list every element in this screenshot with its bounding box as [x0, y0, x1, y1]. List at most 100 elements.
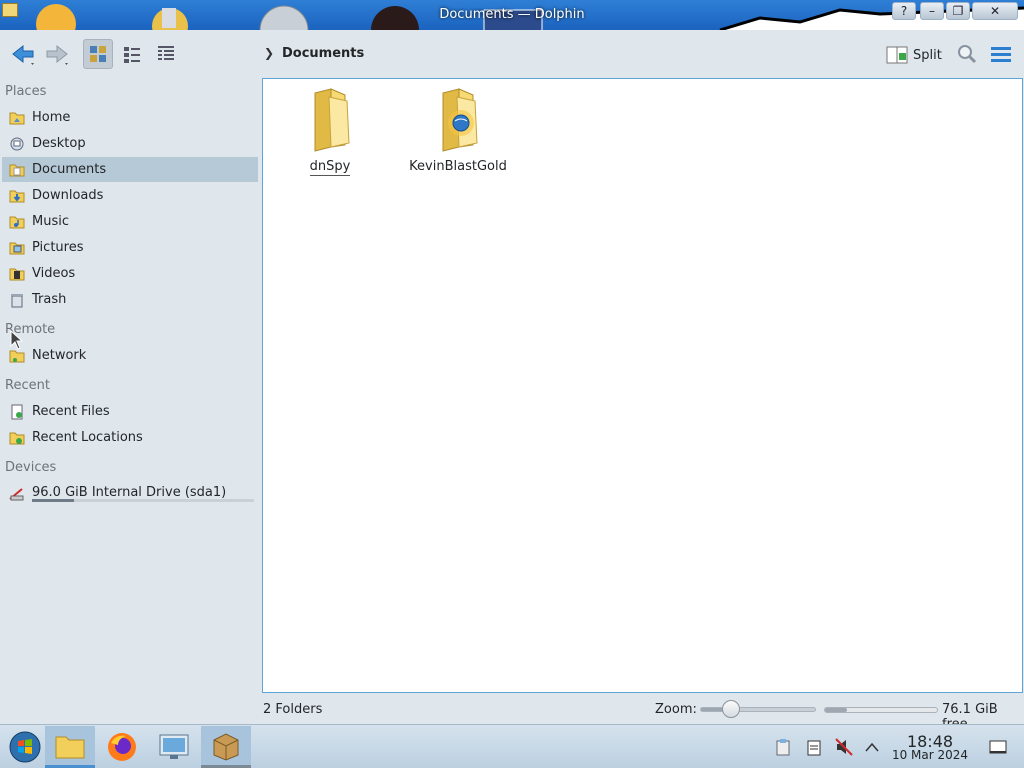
status-summary: 2 Folders	[263, 702, 323, 717]
back-arrow-icon	[12, 44, 34, 65]
tray-clipboard[interactable]	[773, 737, 793, 757]
sidebar-item-label: Downloads	[32, 188, 104, 203]
window-title: Documents — Dolphin	[439, 7, 585, 22]
breadcrumb-chevron-icon[interactable]: ❯	[264, 46, 274, 60]
start-menu-button[interactable]	[0, 726, 50, 768]
notes-icon	[807, 740, 821, 756]
folder-item-dnspy[interactable]: dnSpy	[275, 87, 385, 176]
start-menu-icon	[9, 731, 41, 763]
devices-heading: Devices	[5, 460, 57, 475]
clock-date[interactable]: 10 Mar 2024	[887, 748, 973, 762]
folder-label: KevinBlastGold	[409, 159, 507, 174]
disk-usage-fill	[825, 708, 848, 712]
folder-icon	[314, 88, 350, 152]
search-button[interactable]	[952, 39, 982, 69]
sidebar-item-label: Documents	[32, 162, 107, 177]
icons-view-button[interactable]	[83, 39, 113, 69]
package-manager-icon	[213, 732, 239, 761]
documents-folder-icon	[8, 161, 26, 179]
compact-view-icon	[124, 47, 140, 63]
disk-usage-bar	[824, 707, 938, 713]
folder-globe-icon	[442, 88, 478, 152]
home-folder-icon	[8, 109, 26, 127]
zoom-label: Zoom:	[655, 702, 697, 717]
places-panel: Places Home Desktop Documents Downloads …	[0, 80, 262, 700]
forward-button[interactable]	[42, 39, 72, 69]
recent-files-icon	[8, 403, 26, 421]
sidebar-item-label: 96.0 GiB Internal Drive (sda1)	[32, 485, 227, 500]
sidebar-item-label: Desktop	[32, 136, 86, 151]
sidebar-item-label: Trash	[32, 292, 67, 307]
clipboard-icon	[776, 739, 790, 756]
sidebar-item-label: Recent Locations	[32, 430, 143, 445]
sidebar-item-trash[interactable]: Trash	[2, 287, 258, 312]
folder-label: dnSpy	[309, 159, 351, 176]
chevron-up-icon	[865, 742, 879, 752]
tray-expand-button[interactable]	[862, 737, 882, 757]
taskbar-system-settings[interactable]	[149, 726, 199, 768]
drive-usage-fill	[32, 499, 75, 502]
minimize-button[interactable]: –	[920, 2, 944, 20]
sidebar-item-label: Videos	[32, 266, 76, 281]
zoom-slider-handle[interactable]	[722, 700, 741, 718]
places-heading: Places	[5, 84, 47, 99]
window-titlebar[interactable]: Documents — Dolphin ? – ❐ ✕	[0, 0, 1024, 30]
hamburger-menu-button[interactable]	[986, 39, 1016, 69]
toolbar: ❯ Documents Split	[0, 30, 1024, 78]
recent-heading: Recent	[5, 378, 50, 393]
compact-view-button[interactable]	[117, 39, 147, 69]
tray-volume-muted[interactable]	[834, 737, 854, 757]
pictures-folder-icon	[8, 239, 26, 257]
drive-icon	[8, 484, 26, 502]
split-button[interactable]: Split	[886, 42, 942, 68]
taskbar-file-manager[interactable]	[45, 726, 95, 768]
sidebar-item-pictures[interactable]: Pictures	[2, 235, 258, 260]
drive-usage-bar	[32, 499, 254, 502]
videos-folder-icon	[8, 265, 26, 283]
forward-arrow-icon	[46, 44, 68, 65]
zoom-slider[interactable]	[700, 707, 816, 712]
sidebar-item-label: Music	[32, 214, 69, 229]
sidebar-item-label: Home	[32, 110, 71, 125]
system-settings-icon	[159, 734, 189, 759]
trash-icon	[8, 291, 26, 309]
file-manager-icon	[55, 736, 85, 758]
volume-muted-icon	[835, 738, 853, 756]
maximize-button[interactable]: ❐	[946, 2, 970, 20]
music-folder-icon	[8, 213, 26, 231]
breadcrumb-documents[interactable]: Documents	[282, 46, 364, 61]
sidebar-item-downloads[interactable]: Downloads	[2, 183, 258, 208]
sidebar-item-recent-files[interactable]: Recent Files	[2, 399, 258, 424]
mouse-cursor-icon	[10, 330, 24, 350]
sidebar-item-label: Recent Files	[32, 404, 110, 419]
sidebar-item-label: Pictures	[32, 240, 84, 255]
tray-notes[interactable]	[804, 737, 824, 757]
taskbar-package-manager[interactable]	[201, 726, 251, 768]
taskbar: 18:48 10 Mar 2024	[0, 724, 1024, 768]
sidebar-item-documents[interactable]: Documents	[2, 157, 258, 182]
split-label: Split	[913, 47, 942, 63]
folder-item-kevinblastgold[interactable]: KevinBlastGold	[403, 87, 513, 174]
details-view-icon	[158, 46, 174, 60]
sidebar-item-network[interactable]: Network	[2, 343, 258, 368]
firefox-icon	[108, 733, 136, 761]
help-button[interactable]: ?	[892, 2, 916, 20]
show-desktop-icon	[989, 740, 1007, 754]
close-button[interactable]: ✕	[972, 2, 1018, 20]
back-button[interactable]	[8, 39, 38, 69]
file-view[interactable]: dnSpy KevinBlastGold	[262, 78, 1023, 693]
status-bar: 2 Folders Zoom: 76.1 GiB free	[0, 696, 1024, 732]
details-view-button[interactable]	[151, 39, 181, 69]
search-icon	[958, 45, 977, 64]
hamburger-menu-icon	[991, 47, 1011, 62]
show-desktop-button[interactable]	[988, 737, 1008, 757]
sidebar-item-desktop[interactable]: Desktop	[2, 131, 258, 156]
recent-locations-icon	[8, 429, 26, 447]
sidebar-item-videos[interactable]: Videos	[2, 261, 258, 286]
split-view-icon	[886, 46, 908, 64]
sidebar-item-music[interactable]: Music	[2, 209, 258, 234]
sidebar-item-recent-locations[interactable]: Recent Locations	[2, 425, 258, 450]
taskbar-firefox[interactable]	[97, 726, 147, 768]
sidebar-item-home[interactable]: Home	[2, 105, 258, 130]
downloads-folder-icon	[8, 187, 26, 205]
